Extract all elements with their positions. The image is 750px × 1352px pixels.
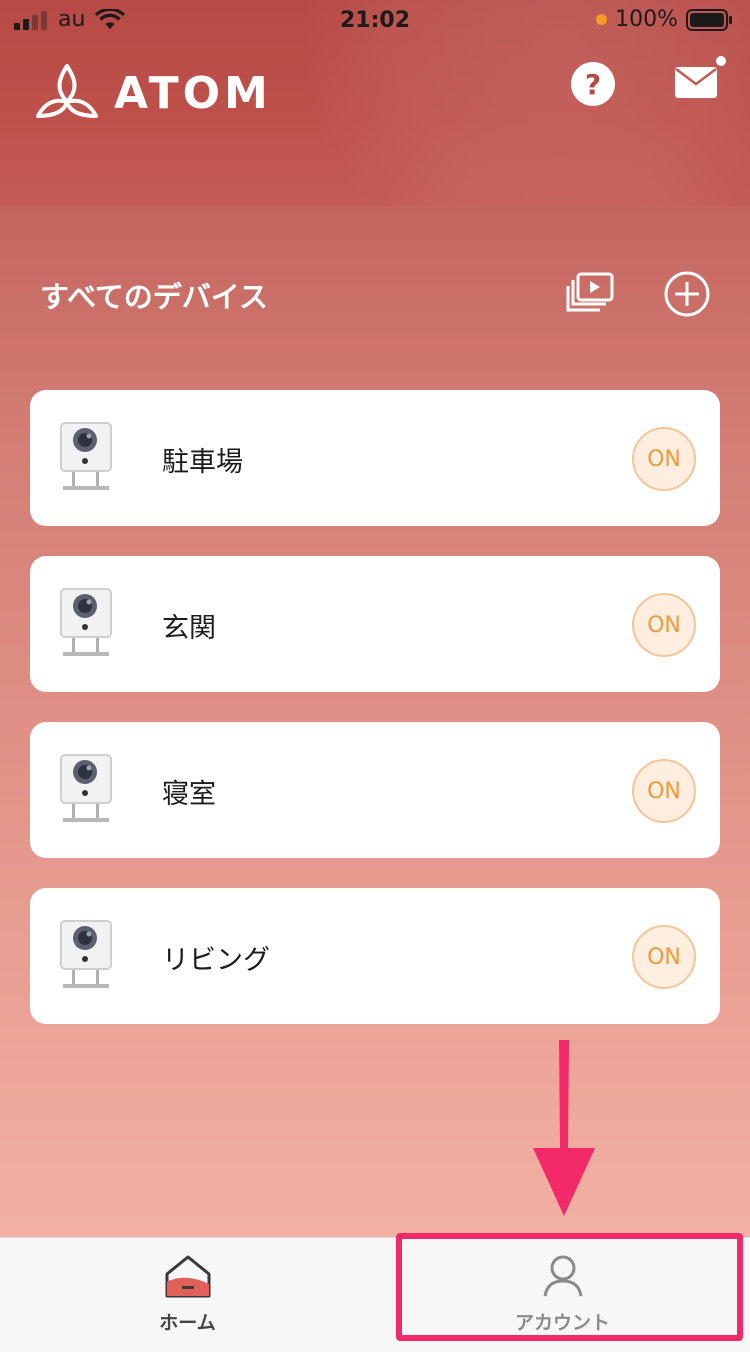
atom-logo: ATOM [34,62,272,124]
orange-dot-icon [596,14,608,25]
mail-badge [716,56,726,66]
device-card[interactable]: 玄関 ON [30,556,720,692]
power-toggle[interactable]: ON [632,925,696,989]
power-toggle[interactable]: ON [632,593,696,657]
add-device-icon[interactable] [663,270,711,318]
battery-icon [686,8,732,31]
device-card[interactable]: 寝室 ON [30,722,720,858]
annotation-arrow [533,1040,595,1216]
playlist-icon[interactable] [564,270,616,316]
help-icon: ? [584,67,602,101]
power-toggle[interactable]: ON [632,427,696,491]
annotation-highlight-box [396,1233,743,1341]
atom-logo-icon [36,64,98,118]
camera-icon [60,754,112,822]
device-card[interactable]: 駐車場 ON [30,390,720,526]
camera-icon [60,588,112,656]
section-title: すべてのデバイス [40,280,268,314]
power-toggle[interactable]: ON [632,759,696,823]
tab-label: ホーム [159,1312,216,1334]
status-bar: au 21:02 100% [0,0,750,40]
devices-header: すべてのデバイス [0,260,750,330]
help-button[interactable]: ? [571,62,615,106]
tab-home[interactable]: ホーム [0,1238,375,1352]
camera-icon [60,422,112,490]
camera-icon [60,920,112,988]
device-name: 寝室 [162,779,216,810]
battery-percent: 100% [615,7,678,32]
device-name: リビング [162,945,270,976]
device-card[interactable]: リビング ON [30,888,720,1024]
home-icon [165,1255,210,1298]
status-right: 100% [596,7,734,32]
device-name: 駐車場 [162,447,243,478]
logo-text: ATOM [114,67,272,119]
device-name: 玄関 [162,613,216,644]
mail-icon[interactable] [674,64,718,100]
